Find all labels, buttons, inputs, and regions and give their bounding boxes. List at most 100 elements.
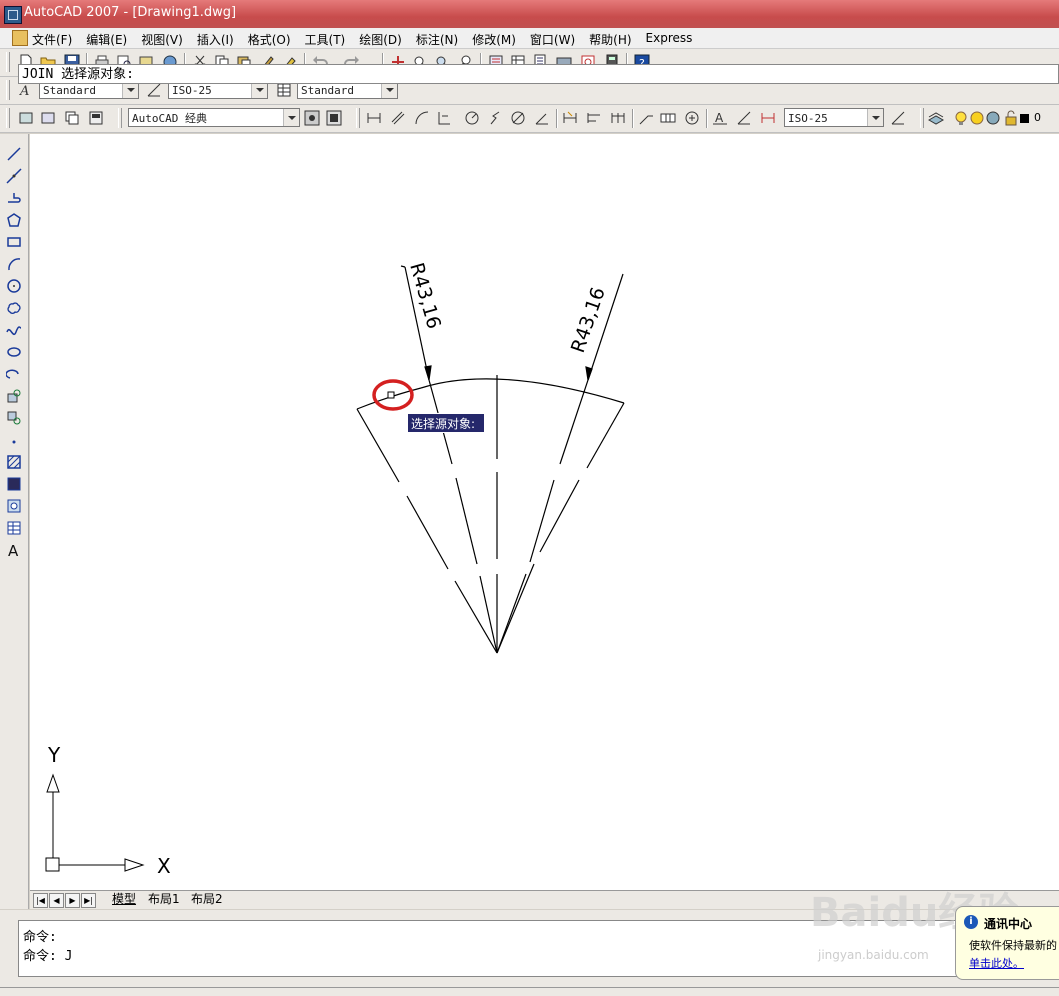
command-history-line-1: 命令: [23,930,57,945]
layer-lock-icon[interactable] [1003,110,1019,126]
menu-express[interactable]: Express [646,31,693,48]
workspace-customize-icon[interactable] [326,110,342,126]
left-edge-lower[interactable] [454,580,498,654]
dim-style-control-select[interactable]: ISO-25 [784,108,884,127]
quick-leader-icon[interactable] [638,110,654,126]
svg-text:A: A [19,84,29,98]
table-style-icon[interactable] [276,82,292,98]
menu-draw[interactable]: 绘图(D) [359,31,402,48]
tab-layout1[interactable]: 布局1 [148,892,180,907]
dimension-update-icon[interactable] [760,110,776,126]
polyline-icon[interactable] [6,190,22,206]
inner-left-middle[interactable] [455,477,478,565]
autocad-app-icon[interactable] [4,6,22,24]
dim-underline-left [400,265,406,268]
continue-dim-icon[interactable] [610,110,626,126]
menu-window[interactable]: 窗口(W) [530,31,575,48]
menu-format[interactable]: 格式(O) [248,31,291,48]
inner-right-middle[interactable] [529,479,555,563]
baseline-dim-icon[interactable] [586,110,602,126]
tab-layout2[interactable]: 布局2 [191,892,223,907]
revision-cloud-icon[interactable] [6,300,22,316]
spline-icon[interactable] [6,322,22,338]
tolerance-icon[interactable] [660,110,676,126]
radius-dim-icon[interactable] [464,110,480,126]
ellipse-icon[interactable] [6,344,22,360]
menu-view[interactable]: 视图(V) [141,31,183,48]
drawing-canvas[interactable]: R43,16 R43,16 Y X [30,134,1059,890]
construction-line-icon[interactable] [6,168,22,184]
quick-dim-icon[interactable] [562,110,578,126]
layer-properties-icon[interactable] [928,110,944,126]
arc-length-dim-icon[interactable] [414,110,430,126]
dim-text-right[interactable]: R43,16 [567,285,610,356]
right-edge-middle[interactable] [539,479,580,553]
balloon-message: 使软件保持最新的 [969,939,1057,952]
polygon-icon[interactable] [6,212,22,228]
aligned-dim-icon[interactable] [390,110,406,126]
command-input[interactable]: JOIN 选择源对象: [18,64,1059,84]
workspace-settings-icon[interactable] [18,110,34,126]
menu-dimension[interactable]: 标注(N) [416,31,458,48]
gradient-icon[interactable] [6,476,22,492]
watermark-url: jingyan.baidu.com [818,948,929,962]
dim-style-manager-icon[interactable] [890,110,906,126]
point-icon[interactable] [6,432,22,448]
ordinate-dim-icon[interactable] [436,110,452,126]
jogged-dim-icon[interactable] [488,110,504,126]
linear-dim-icon[interactable] [366,110,382,126]
next-tab-button[interactable]: ▶ [65,893,80,908]
angular-dim-icon[interactable] [534,110,550,126]
workspace-layout-icon[interactable] [88,110,104,126]
ellipse-arc-icon[interactable] [6,366,22,382]
layer-on-bulb-icon[interactable] [953,110,969,126]
workspace-settings-gear-icon[interactable] [304,110,320,126]
menu-bar: 文件(F) 编辑(E) 视图(V) 插入(I) 格式(O) 工具(T) 绘图(D… [0,28,1059,49]
communication-center-balloon[interactable]: i 通讯中心 使软件保持最新的 单击此处。 [955,906,1059,980]
workspace-select[interactable]: AutoCAD 经典 [128,108,300,127]
circle-icon[interactable] [6,278,22,294]
center-mark-icon[interactable] [684,110,700,126]
menu-insert[interactable]: 插入(I) [197,31,234,48]
inner-right-upper[interactable] [559,379,589,465]
balloon-link[interactable]: 单击此处。 [969,955,1024,971]
diameter-dim-icon[interactable] [510,110,526,126]
dimension-edit-icon[interactable]: A [712,110,728,126]
layer-name[interactable]: 0 [1034,111,1041,124]
menu-modify[interactable]: 修改(M) [472,31,516,48]
arc-icon[interactable] [6,256,22,272]
arc-main[interactable] [420,378,625,404]
first-tab-button[interactable]: |◀ [33,893,48,908]
last-tab-button[interactable]: ▶| [81,893,96,908]
multiline-text-icon[interactable]: A [6,542,22,558]
inner-left-lower[interactable] [479,575,498,654]
left-edge-upper[interactable] [356,408,400,483]
layer-thaw-sun-icon[interactable] [969,110,985,126]
insert-block-icon[interactable] [6,388,22,404]
toolbar-grip[interactable] [6,52,10,72]
make-block-icon[interactable] [6,410,22,426]
hatch-icon[interactable] [6,454,22,470]
tab-model[interactable]: 模型 [112,892,136,907]
inner-right-lower[interactable] [496,573,527,654]
layer-viewport-icon[interactable] [985,110,1001,126]
window-title: AutoCAD 2007 - [Drawing1.dwg] [24,5,237,20]
region-icon[interactable] [6,498,22,514]
workspace-tools-icon[interactable] [64,110,80,126]
workspace-save-icon[interactable] [40,110,56,126]
menu-tools[interactable]: 工具(T) [305,31,346,48]
right-edge-upper[interactable] [586,402,625,469]
left-edge-middle[interactable] [406,495,449,570]
right-edge-lower[interactable] [496,563,535,654]
table-icon[interactable] [6,520,22,536]
line-icon[interactable] [6,146,22,162]
menu-edit[interactable]: 编辑(E) [86,31,127,48]
document-icon[interactable] [12,30,28,46]
menu-help[interactable]: 帮助(H) [589,31,631,48]
dim-style-icon[interactable] [146,82,162,98]
title-bar: AutoCAD 2007 - [Drawing1.dwg] [0,0,1059,28]
prev-tab-button[interactable]: ◀ [49,893,64,908]
rectangle-icon[interactable] [6,234,22,250]
menu-file[interactable]: 文件(F) [32,31,72,48]
dimension-text-edit-icon[interactable] [736,110,752,126]
